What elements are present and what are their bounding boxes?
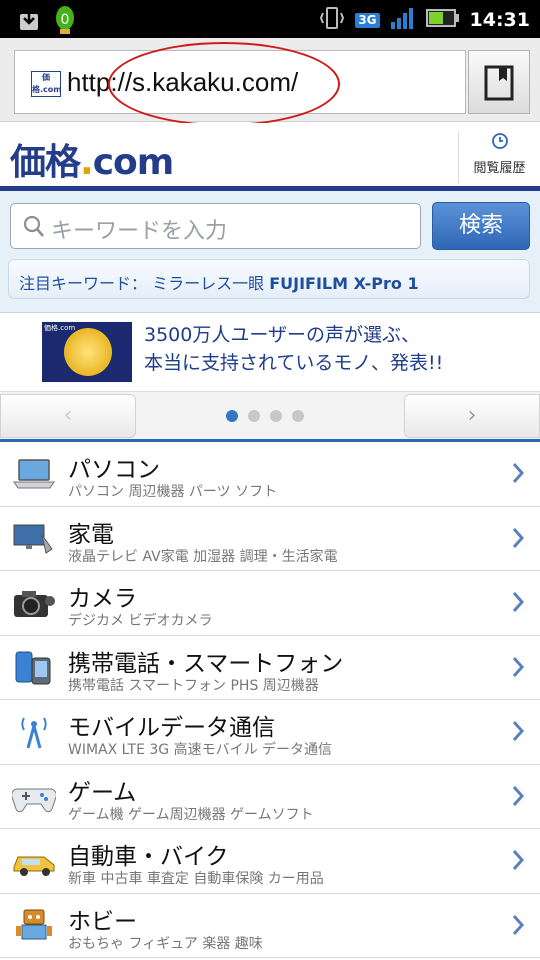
clock-icon (490, 133, 510, 155)
clock: 14:31 (469, 9, 530, 31)
chevron-right-icon (512, 720, 525, 742)
antenna-icon (12, 714, 56, 750)
trend-prefix: 注目キーワード： (19, 274, 148, 293)
notification-icon: 0 (54, 4, 76, 40)
favicon: 価格.com (31, 71, 62, 97)
carousel-dot[interactable] (248, 410, 260, 422)
carousel-next-button[interactable]: › (404, 394, 540, 438)
chevron-right-icon (512, 527, 525, 549)
category-title: ホビー (68, 908, 137, 935)
carousel-dot[interactable] (292, 410, 304, 422)
category-item-game[interactable]: ゲーム ゲーム機 ゲーム周辺機器 ゲームソフト (0, 764, 540, 829)
category-item-mobile[interactable]: 携帯電話・スマートフォン 携帯電話 スマートフォン PHS 周辺機器 (0, 635, 540, 700)
banner-line-1: 3500万人ユーザーの声が選ぶ、 (144, 324, 420, 346)
trend-keyword-bold[interactable]: FUJIFILM X-Pro 1 (269, 274, 418, 293)
category-item-hobby[interactable]: ホビー おもちゃ フィギュア 楽器 趣味 (0, 893, 540, 958)
svg-text:0: 0 (61, 12, 70, 28)
bookmark-button[interactable] (468, 50, 530, 114)
category-subtitle: パソコン 周辺機器 パーツ ソフト (68, 484, 278, 500)
category-list: パソコン パソコン 周辺機器 パーツ ソフト 家電 液晶テレビ AV家電 加湿器… (0, 442, 540, 958)
mobile-phone-icon (12, 650, 56, 686)
robot-toy-icon (12, 908, 56, 944)
category-title: 家電 (68, 521, 114, 548)
search-button[interactable]: 検索 (432, 202, 530, 250)
car-icon (12, 843, 56, 879)
search-icon (23, 215, 45, 243)
gamepad-icon (11, 779, 57, 815)
battery-icon (425, 8, 460, 32)
category-subtitle: ゲーム機 ゲーム周辺機器 ゲームソフト (68, 806, 314, 823)
category-subtitle: おもちゃ フィギュア 楽器 趣味 (68, 935, 263, 952)
chevron-right-icon (512, 849, 525, 871)
carousel-dot[interactable] (270, 410, 282, 422)
chevron-right-icon (512, 591, 525, 613)
laptop-icon (12, 456, 56, 492)
chevron-right-icon (512, 462, 525, 484)
camera-icon (12, 585, 56, 621)
category-subtitle: 液晶テレビ AV家電 加湿器 調理・生活家電 (68, 548, 338, 565)
trend-keywords[interactable]: 注目キーワード： ミラーレス一眼 FUJIFILM X-Pro 1 (8, 259, 530, 299)
category-title: パソコン (68, 457, 160, 483)
award-badge: 価格.com (42, 322, 132, 382)
search-placeholder: キーワードを入力 (51, 219, 228, 244)
history-label: 閲覧履歴 (473, 161, 526, 176)
carousel-nav: ‹ › (0, 391, 540, 439)
carousel-dots (226, 410, 304, 422)
site-header: 価格.com 閲覧履歴 (0, 123, 540, 189)
trend-keyword[interactable]: ミラーレス一眼 (152, 274, 264, 293)
chevron-right-icon (512, 656, 525, 678)
signal-icon (390, 6, 416, 34)
appliance-icon (12, 521, 56, 557)
vibrate-icon (319, 5, 345, 35)
search-input[interactable]: キーワードを入力 (10, 203, 421, 249)
category-title: 自動車・バイク (68, 844, 229, 870)
banner-text: 3500万人ユーザーの声が選ぶ、 本当に支持されているモノ、発表!! (144, 321, 443, 377)
carousel-prev-button[interactable]: ‹ (0, 394, 136, 438)
red-highlight-oval (108, 42, 340, 126)
category-item-mobile-data[interactable]: モバイルデータ通信 WIMAX LTE 3G 高速モバイル データ通信 (0, 700, 540, 765)
bookmark-icon (469, 65, 531, 119)
category-subtitle: WIMAX LTE 3G 高速モバイル データ通信 (68, 742, 333, 758)
category-item-car[interactable]: 自動車・バイク 新車 中古車 車査定 自動車保険 カー用品 (0, 829, 540, 894)
banner-line-2: 本当に支持されているモノ、発表!! (144, 352, 444, 374)
chevron-right-icon (512, 914, 525, 936)
category-title: カメラ (68, 586, 137, 612)
history-button[interactable]: 閲覧履歴 (458, 131, 540, 183)
category-subtitle: デジカメ ビデオカメラ (68, 613, 213, 629)
category-item-pc[interactable]: パソコン パソコン 周辺機器 パーツ ソフト (0, 442, 540, 507)
status-bar: 0 3G 14:31 (0, 0, 540, 38)
network-3g-icon: 3G (355, 12, 380, 28)
kakaku-logo[interactable]: 価格.com (10, 133, 174, 185)
award-brand: 価格.com (44, 324, 76, 332)
category-title: ゲーム (68, 779, 137, 806)
category-subtitle: 新車 中古車 車査定 自動車保険 カー用品 (68, 871, 324, 887)
category-item-camera[interactable]: カメラ デジカメ ビデオカメラ (0, 571, 540, 636)
search-area: キーワードを入力 検索 注目キーワード： ミラーレス一眼 FUJIFILM X-… (0, 191, 540, 313)
promo-banner[interactable]: 価格.com 3500万人ユーザーの声が選ぶ、 本当に支持されているモノ、発表!… (0, 313, 540, 391)
chevron-right-icon (512, 785, 525, 807)
carousel-dot[interactable] (226, 410, 238, 422)
medal-icon (64, 328, 112, 376)
category-title: モバイルデータ通信 (68, 715, 275, 741)
category-title: 携帯電話・スマートフォン (68, 650, 344, 677)
download-icon (18, 8, 40, 36)
category-subtitle: 携帯電話 スマートフォン PHS 周辺機器 (68, 677, 319, 694)
category-item-appliances[interactable]: 家電 液晶テレビ AV家電 加湿器 調理・生活家電 (0, 506, 540, 571)
